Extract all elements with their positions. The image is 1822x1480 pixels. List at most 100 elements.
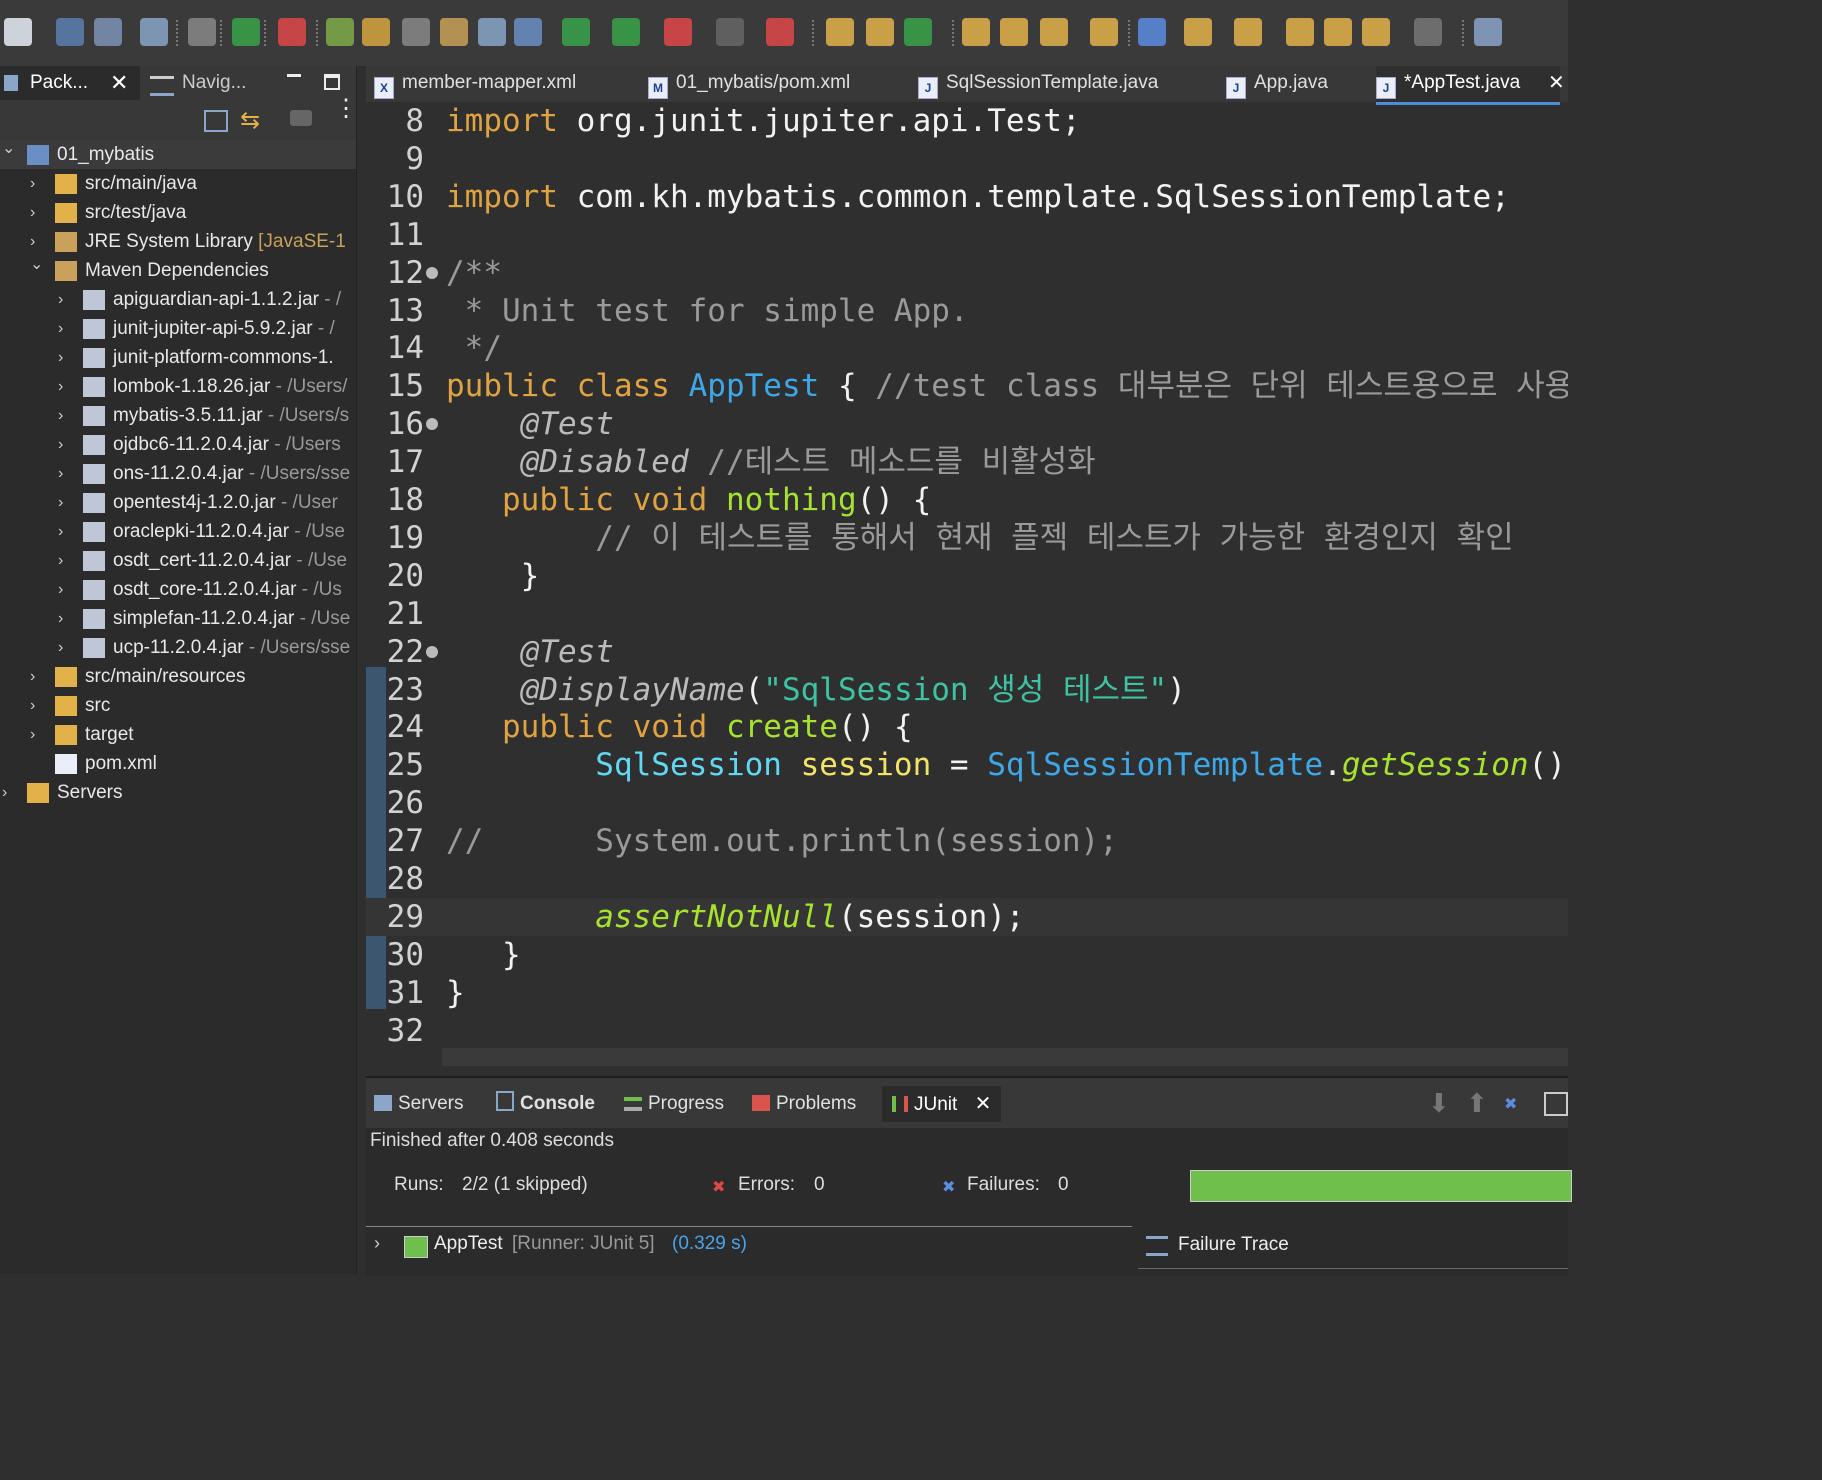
fold-toggle-icon[interactable] [426, 645, 438, 658]
tree-item[interactable]: › Servers [0, 778, 356, 807]
code-line[interactable]: 20 } [366, 557, 1568, 595]
mark-occurrences-icon[interactable] [362, 18, 390, 46]
open-task-icon[interactable] [140, 18, 168, 46]
open-resource-icon[interactable] [1090, 18, 1118, 46]
stop-icon[interactable] [716, 18, 744, 46]
editor-tab[interactable]: Xmember-mapper.xml [374, 66, 576, 102]
tab-console[interactable]: Console [496, 1086, 595, 1122]
open-type-icon[interactable] [402, 18, 430, 46]
chevron-right-icon[interactable]: › [58, 292, 72, 308]
save-icon[interactable] [56, 18, 84, 46]
tree-item[interactable]: › src [0, 691, 356, 720]
tree-item[interactable]: › JRE System Library [JavaSE-1 [0, 227, 356, 256]
collapse-all-icon[interactable] [204, 110, 228, 132]
skipped-tests-icon[interactable] [1544, 1092, 1568, 1116]
navigate-forward-icon[interactable] [1414, 18, 1442, 46]
tree-item[interactable]: › simplefan-11.2.0.4.jar - /Use [0, 604, 356, 633]
chevron-right-icon[interactable]: › [58, 495, 72, 511]
tab-junit[interactable]: JUnit ✕ [882, 1086, 1002, 1122]
code-line[interactable]: 22 @Test [366, 633, 1568, 671]
back-icon[interactable] [1286, 18, 1314, 46]
filter-icon[interactable] [290, 110, 312, 126]
tree-item[interactable]: › junit-jupiter-api-5.9.2.jar - / [0, 314, 356, 343]
chevron-right-icon[interactable]: › [58, 524, 72, 540]
chevron-right-icon[interactable]: › [58, 437, 72, 453]
next-annotation-icon[interactable] [440, 18, 468, 46]
tree-item[interactable]: ⌄ 01_mybatis [0, 140, 356, 169]
link-with-editor-icon[interactable]: ⇆ [240, 106, 260, 135]
tab-package-explorer[interactable]: Pack... ✕ [0, 66, 140, 100]
minimize-icon[interactable] [287, 74, 301, 77]
chevron-right-icon[interactable]: › [30, 727, 44, 743]
tree-item[interactable]: › src/test/java [0, 198, 356, 227]
chevron-right-icon[interactable]: › [58, 466, 72, 482]
code-line[interactable]: 25 SqlSession session = SqlSessionTempla… [366, 746, 1568, 784]
code-line[interactable]: 9 [366, 140, 1568, 178]
tree-item[interactable]: › oraclepki-11.2.0.4.jar - /Use [0, 517, 356, 546]
chevron-right-icon[interactable]: › [30, 205, 44, 221]
chevron-right-icon[interactable]: › [58, 582, 72, 598]
new-icon[interactable] [4, 18, 32, 46]
code-line[interactable]: 14 */ [366, 329, 1568, 367]
code-line[interactable]: 28 [366, 860, 1568, 898]
code-line[interactable]: 19 // 이 테스트를 통해서 현재 플젝 테스트가 가능한 환경인지 확인 [366, 519, 1568, 557]
tree-item[interactable]: ⌄ Maven Dependencies [0, 256, 356, 285]
chevron-right-icon[interactable]: › [58, 379, 72, 395]
maximize-icon[interactable] [324, 74, 340, 90]
code-line[interactable]: 24 public void create() { [366, 708, 1568, 746]
code-line[interactable]: 16 @Test [366, 405, 1568, 443]
tree-item[interactable]: › target [0, 720, 356, 749]
chevron-right-icon[interactable]: › [2, 785, 16, 801]
editor-tab[interactable]: J App.java [1226, 66, 1328, 102]
open-file-icon[interactable] [1000, 18, 1028, 46]
chevron-right-icon[interactable]: › [30, 669, 44, 685]
previous-edit-icon[interactable] [1234, 18, 1262, 46]
code-line[interactable]: 26 [366, 784, 1568, 822]
fold-toggle-icon[interactable] [426, 266, 438, 279]
new-package-icon[interactable] [866, 18, 894, 46]
code-line[interactable]: 18 public void nothing() { [366, 481, 1568, 519]
profile-icon[interactable] [766, 18, 794, 46]
tree-item[interactable]: › opentest4j-1.2.0.jar - /User [0, 488, 356, 517]
tree-item[interactable]: › src/main/resources [0, 662, 356, 691]
show-whitespace-icon[interactable] [514, 18, 542, 46]
code-line[interactable]: 31} [366, 974, 1568, 1012]
tree-item[interactable]: › osdt_core-11.2.0.4.jar - /Us [0, 575, 356, 604]
code-line[interactable]: 10 import com.kh.mybatis.common.template.… [366, 178, 1568, 216]
run-icon[interactable] [612, 18, 640, 46]
debug-icon[interactable] [278, 18, 306, 46]
fold-toggle-icon[interactable] [426, 418, 438, 431]
tree-item[interactable]: › osdt_cert-11.2.0.4.jar - /Use [0, 546, 356, 575]
chevron-right-icon[interactable]: › [58, 611, 72, 627]
tree-item[interactable]: › junit-platform-commons-1. [0, 343, 356, 372]
test-result-row[interactable]: › AppTest [Runner: JUnit 5] (0.329 s) [366, 1226, 1132, 1267]
code-line[interactable]: 11 [366, 216, 1568, 254]
block-select-icon[interactable] [478, 18, 506, 46]
search-icon[interactable] [1040, 18, 1068, 46]
tree-item[interactable]: › apiguardian-api-1.1.2.jar - / [0, 285, 356, 314]
terminate-icon[interactable] [232, 18, 260, 46]
code-line[interactable]: 27 // System.out.println(session); [366, 822, 1568, 860]
editor-tab[interactable]: J *AppTest.java ✕ [1376, 66, 1565, 105]
new-class-icon[interactable] [904, 18, 932, 46]
code-line[interactable]: 29 assertNotNull(session); [366, 897, 1568, 936]
skip-breakpoints-icon[interactable] [188, 18, 216, 46]
chevron-right-icon[interactable]: › [58, 408, 72, 424]
tree-item[interactable]: › mybatis-3.5.11.jar - /Users/s [0, 401, 356, 430]
tab-servers[interactable]: Servers [374, 1086, 463, 1122]
code-line[interactable]: 32 [366, 1012, 1568, 1048]
chevron-right-icon[interactable]: › [30, 698, 44, 714]
chevron-right-icon[interactable]: › [58, 350, 72, 366]
tab-navigator[interactable]: Navig... [144, 66, 274, 100]
code-line[interactable]: 17 @Disabled //테스트 메소드를 비활성화 [366, 443, 1568, 481]
editor-tab[interactable]: J SqlSessionTemplate.java [918, 66, 1158, 102]
code-line[interactable]: 8 import org.junit.jupiter.api.Test; [366, 102, 1568, 140]
tree-item[interactable]: › ucp-11.2.0.4.jar - /Users/sse [0, 633, 356, 662]
chevron-right-icon[interactable]: › [58, 553, 72, 569]
new-java-project-icon[interactable] [826, 18, 854, 46]
chevron-right-icon[interactable]: › [58, 640, 72, 656]
perspective-icon[interactable] [1474, 18, 1502, 46]
close-icon[interactable]: ✕ [1548, 66, 1565, 100]
view-menu-icon[interactable]: ⋮ [334, 97, 358, 121]
tree-item[interactable]: pom.xml [0, 749, 356, 778]
